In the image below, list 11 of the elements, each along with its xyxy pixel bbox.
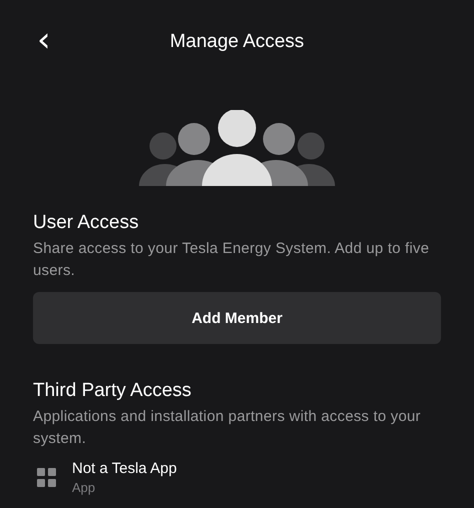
section-title: Third Party Access [33, 380, 192, 402]
users-icon [139, 110, 335, 188]
section-description: Applications and installation partners with access to your system. [33, 407, 422, 449]
add-member-button[interactable]: Add Member [33, 292, 441, 344]
grid-icon [37, 468, 56, 487]
app-name: Not a Tesla App [72, 460, 177, 477]
page-title: Manage Access [170, 31, 304, 53]
back-button[interactable]: ‹ [33, 26, 55, 54]
app-type: App [72, 480, 96, 495]
section-title: User Access [33, 212, 140, 234]
section-description: Share access to your Tesla Energy System. Add up to five users. [33, 239, 430, 281]
